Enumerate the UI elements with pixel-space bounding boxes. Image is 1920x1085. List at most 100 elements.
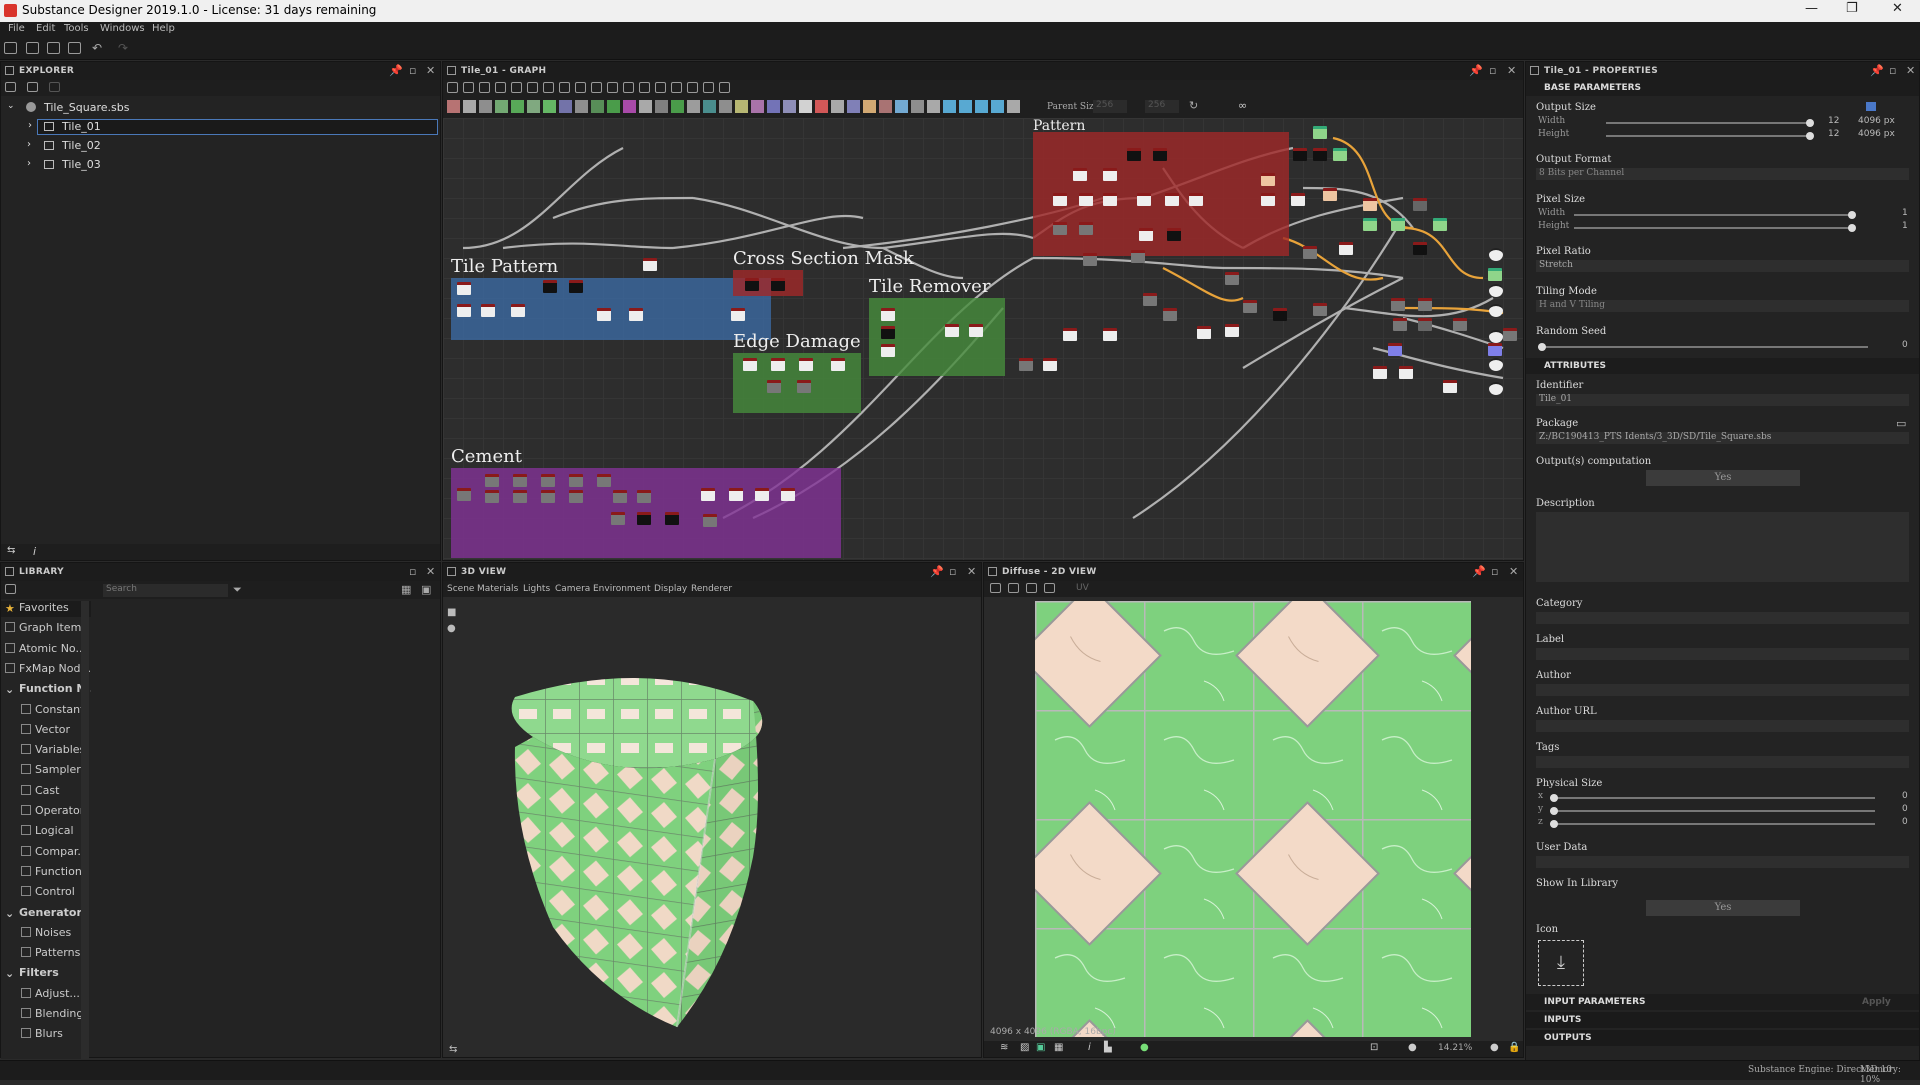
- physical-y-value[interactable]: 0: [1902, 804, 1908, 814]
- graph-node[interactable]: [1488, 343, 1502, 356]
- graph-node[interactable]: [1418, 318, 1432, 331]
- graph-node[interactable]: [1413, 198, 1427, 211]
- graph-tool-icon[interactable]: [527, 82, 538, 93]
- slider-knob[interactable]: [1806, 132, 1814, 140]
- graph-node[interactable]: [457, 488, 471, 501]
- open-folder-icon[interactable]: [47, 42, 60, 54]
- output-format-select[interactable]: 8 Bits per Channel: [1536, 168, 1909, 180]
- graph-node[interactable]: [767, 380, 781, 393]
- pixel-width-value[interactable]: 1: [1902, 208, 1908, 218]
- graph-tool-icon[interactable]: [575, 82, 586, 93]
- node-shortcut-icon[interactable]: [735, 100, 748, 113]
- menu-tools[interactable]: Tools: [64, 23, 89, 34]
- node-shortcut-icon[interactable]: [527, 100, 540, 113]
- graph-node[interactable]: [1313, 303, 1327, 316]
- height-slider[interactable]: [1606, 132, 1814, 140]
- graph-tool-icon[interactable]: [687, 82, 698, 93]
- section-outputs[interactable]: OUTPUTS: [1526, 1030, 1919, 1046]
- graph-node[interactable]: [597, 308, 611, 321]
- user-data-field[interactable]: [1536, 856, 1909, 868]
- info-icon[interactable]: i: [33, 545, 36, 558]
- library-item[interactable]: Vector: [1, 723, 91, 739]
- graph-node[interactable]: [513, 490, 527, 503]
- graph-node[interactable]: [543, 280, 557, 293]
- layers-icon[interactable]: ≋: [1000, 1042, 1008, 1053]
- graph-node[interactable]: [1165, 193, 1179, 206]
- uv-toggle[interactable]: UV: [1076, 583, 1089, 593]
- scene-menu[interactable]: Scene: [447, 584, 474, 594]
- tree-graph-row[interactable]: › Tile_03: [1, 158, 440, 174]
- display-menu[interactable]: Display: [654, 584, 687, 594]
- author-field[interactable]: [1536, 684, 1909, 696]
- graph-tool-icon[interactable]: [511, 82, 522, 93]
- node-shortcut-icon[interactable]: [991, 100, 1004, 113]
- graph-node[interactable]: [1197, 326, 1211, 339]
- apply-button[interactable]: Apply: [1862, 997, 1891, 1007]
- graph-node[interactable]: [569, 490, 583, 503]
- library-item[interactable]: Blurs: [1, 1027, 91, 1043]
- node-shortcut-icon[interactable]: [511, 100, 524, 113]
- node-shortcut-icon[interactable]: [959, 100, 972, 113]
- graph-node[interactable]: [1131, 250, 1145, 263]
- tags-field[interactable]: [1536, 756, 1909, 768]
- list-view-icon[interactable]: ▣: [421, 583, 431, 596]
- graph-node[interactable]: [1333, 148, 1347, 161]
- graph-node[interactable]: [743, 358, 757, 371]
- graph-node[interactable]: [457, 304, 471, 317]
- graph-node[interactable]: [513, 474, 527, 487]
- graph-node[interactable]: [771, 358, 785, 371]
- parent-size-select[interactable]: 256: [1093, 100, 1127, 113]
- fit-view-icon[interactable]: ⊡: [1370, 1042, 1378, 1053]
- new-package-icon[interactable]: [4, 42, 17, 54]
- menu-file[interactable]: File: [8, 23, 25, 34]
- float-icon[interactable]: ▫: [1889, 64, 1896, 77]
- graph-node[interactable]: [881, 326, 895, 339]
- node-shortcut-icon[interactable]: [799, 100, 812, 113]
- graph-tool-icon[interactable]: [463, 82, 474, 93]
- graph-node[interactable]: [1391, 298, 1405, 311]
- tree-package-row[interactable]: ⌄ Tile_Square.sbs: [1, 100, 440, 116]
- node-shortcut-icon[interactable]: [463, 100, 476, 113]
- close-panel-icon[interactable]: ✕: [967, 565, 976, 578]
- library-item[interactable]: Adjust...: [1, 987, 91, 1003]
- identifier-field[interactable]: Tile_01: [1536, 394, 1909, 406]
- graph-node[interactable]: [1167, 228, 1181, 241]
- redo-icon[interactable]: ↷: [118, 41, 128, 55]
- graph-node[interactable]: [1103, 328, 1117, 341]
- new-package-icon[interactable]: [5, 82, 16, 92]
- graph-node[interactable]: [1303, 246, 1317, 259]
- graph-node[interactable]: [1189, 193, 1203, 206]
- download-icon[interactable]: ⤓: [1538, 940, 1584, 986]
- physical-x-value[interactable]: 0: [1902, 791, 1908, 801]
- graph-node[interactable]: [1293, 148, 1307, 161]
- graph-node[interactable]: [1323, 188, 1337, 201]
- node-shortcut-icon[interactable]: [815, 100, 828, 113]
- graph-node[interactable]: [511, 304, 525, 317]
- library-scrollbar[interactable]: [81, 601, 89, 1059]
- slider-knob[interactable]: [1550, 820, 1558, 828]
- graph-node[interactable]: [1399, 366, 1413, 379]
- filter-icon[interactable]: ⏷: [233, 583, 242, 597]
- node-shortcut-icon[interactable]: [655, 100, 668, 113]
- description-field[interactable]: [1536, 512, 1909, 582]
- library-item[interactable]: Operator: [1, 804, 91, 820]
- node-shortcut-icon[interactable]: [607, 100, 620, 113]
- graph-tool-icon[interactable]: [655, 82, 666, 93]
- graph-tool-icon[interactable]: [671, 82, 682, 93]
- close-button[interactable]: ✕: [1892, 1, 1903, 16]
- node-shortcut-icon[interactable]: [687, 100, 700, 113]
- node-shortcut-icon[interactable]: [927, 100, 940, 113]
- library-item[interactable]: ⌄ Generators: [1, 906, 91, 922]
- graph-tool-icon[interactable]: [719, 82, 730, 93]
- graph-node[interactable]: [1043, 358, 1057, 371]
- tiling-mode-select[interactable]: H and V Tiling: [1536, 300, 1909, 312]
- tree-graph-row[interactable]: › Tile_01: [28, 119, 438, 135]
- graph-node[interactable]: [969, 324, 983, 337]
- physical-z-slider[interactable]: [1550, 820, 1875, 828]
- channel-icon[interactable]: ▣: [1036, 1042, 1045, 1053]
- library-item[interactable]: Patterns: [1, 946, 91, 962]
- graph-node[interactable]: [1313, 148, 1327, 161]
- graph-node[interactable]: [1139, 228, 1153, 241]
- graph-node[interactable]: [1373, 366, 1387, 379]
- slider-knob[interactable]: [1538, 343, 1546, 351]
